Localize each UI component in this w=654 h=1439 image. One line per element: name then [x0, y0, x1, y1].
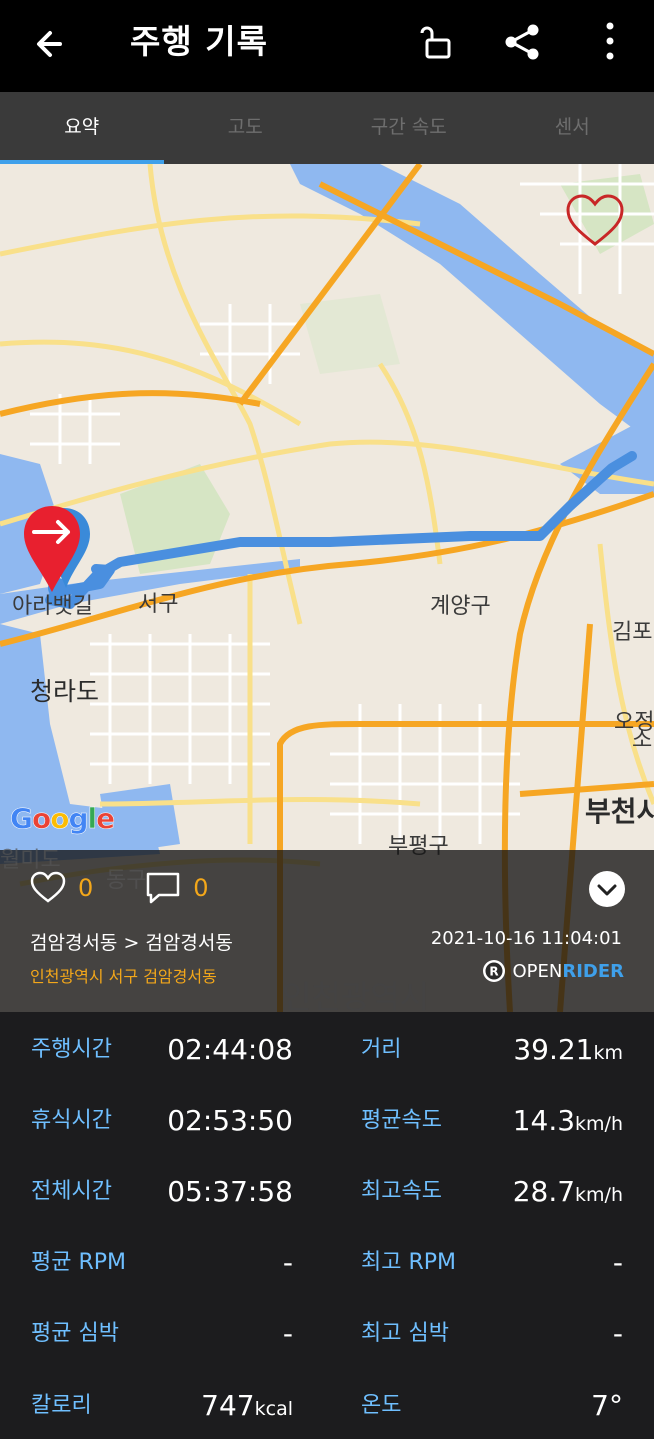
distance-label: 거리 — [361, 1037, 402, 1062]
map-label: 인천광역시 — [282, 978, 430, 1012]
route-text: 검암경서동 > 검암경서동 — [30, 932, 233, 954]
max-speed-label: 최고속도 — [361, 1179, 442, 1204]
rest-time-label: 휴식시간 — [31, 1108, 112, 1133]
max-rpm-value: - — [612, 1246, 623, 1279]
max-speed-unit: km/h — [575, 1184, 623, 1206]
distance-unit: km — [593, 1042, 623, 1064]
openrider-r-icon: R — [483, 960, 506, 982]
temp-label: 온도 — [361, 1393, 402, 1418]
start-pin-icon — [20, 502, 92, 598]
ride-time-value: 02:44:08 — [167, 1033, 293, 1066]
more-vert-icon[interactable] — [588, 20, 632, 64]
tab-sensor[interactable]: 센서 — [491, 92, 654, 164]
page-title: 주행 기록 — [130, 22, 268, 61]
tab-elevation[interactable]: 고도 — [164, 92, 328, 164]
max-rpm-label: 최고 RPM — [361, 1250, 457, 1275]
total-time-label: 전체시간 — [31, 1179, 112, 1204]
map-label: 소 — [632, 728, 653, 753]
stats-row: 칼로리 747kcal 온도 7° — [0, 1370, 654, 1439]
map-label: 김포 — [612, 620, 653, 645]
max-hr-value: - — [612, 1317, 623, 1350]
like-count: 0 — [78, 874, 94, 902]
avg-hr-label: 평균 심박 — [31, 1321, 119, 1346]
map-label: 청라도 — [30, 677, 100, 706]
back-arrow-icon[interactable] — [30, 22, 74, 66]
calorie-value: 747kcal — [201, 1370, 293, 1439]
tab-summary[interactable]: 요약 — [0, 92, 164, 164]
total-time-value: 05:37:58 — [167, 1175, 293, 1208]
stats-row: 주행시간 02:44:08 거리 39.21km — [0, 1014, 654, 1086]
avg-speed-number: 14.3 — [512, 1104, 576, 1137]
calorie-number: 747 — [201, 1389, 255, 1422]
stats-row: 휴식시간 02:53:50 평균속도 14.3km/h — [0, 1085, 654, 1157]
tab-section-speed[interactable]: 구간 속도 — [327, 92, 491, 164]
calorie-unit: kcal — [254, 1398, 293, 1420]
max-speed-number: 28.7 — [512, 1175, 576, 1208]
brand-open: OPEN — [512, 960, 563, 982]
avg-hr-value: - — [282, 1317, 293, 1350]
route-map[interactable]: 아라뱃길 서구 계양구 김포 청라도 오정 부천시 부평구 소 Google 월… — [0, 164, 654, 1012]
map-label: 계양구 — [430, 594, 491, 619]
ride-stats: 주행시간 02:44:08 거리 39.21km 휴식시간 02:53:50 평… — [0, 1012, 654, 1439]
avg-speed-label: 평균속도 — [361, 1108, 442, 1133]
stats-row: 평균 심박 - 최고 심박 - — [0, 1298, 654, 1370]
avg-rpm-label: 평균 RPM — [31, 1250, 127, 1275]
max-hr-label: 최고 심박 — [361, 1321, 449, 1346]
google-logo: Google — [10, 802, 116, 836]
avg-speed-value: 14.3km/h — [513, 1085, 623, 1160]
svg-text:R: R — [490, 965, 499, 979]
avg-speed-unit: km/h — [575, 1113, 623, 1135]
map-label: 서구 — [138, 592, 179, 617]
rest-time-value: 02:53:50 — [167, 1104, 293, 1137]
chevron-down-icon[interactable] — [589, 871, 625, 907]
social-row: 0 0 — [30, 868, 261, 908]
stats-row: 전체시간 05:37:58 최고속도 28.7km/h — [0, 1156, 654, 1228]
ride-record-screen: 주행 기록 요약 고도 구간 속도 센서 아라뱃길 서구 계양구 김포 청라도 … — [0, 0, 654, 1439]
share-icon[interactable] — [500, 20, 544, 64]
ride-info-overlay: 월미도 동구 인천광역시 0 0 검암경서동 > 검암경서동 인천광역시 서구 … — [0, 848, 654, 1012]
map-label: 부천시 — [585, 795, 654, 828]
heart-outline-icon[interactable] — [564, 192, 626, 250]
distance-number: 39.21 — [513, 1033, 594, 1066]
openrider-logo: R OPEN RIDER — [482, 959, 624, 983]
temp-value: 7° — [591, 1389, 623, 1422]
address-text: 인천광역시 서구 검암경서동 — [30, 967, 217, 986]
avg-rpm-value: - — [282, 1246, 293, 1279]
stats-row: 평균 RPM - 최고 RPM - — [0, 1227, 654, 1299]
app-bar: 주행 기록 — [0, 0, 654, 92]
like-icon[interactable] — [30, 871, 66, 905]
unlock-icon[interactable] — [414, 20, 458, 64]
max-speed-value: 28.7km/h — [513, 1156, 623, 1231]
ride-datetime: 2021-10-16 11:04:01 — [430, 928, 622, 949]
comment-count: 0 — [193, 874, 209, 902]
calorie-label: 칼로리 — [31, 1393, 92, 1418]
tab-bar: 요약 고도 구간 속도 센서 — [0, 92, 654, 164]
brand-rider: RIDER — [562, 960, 624, 982]
comment-icon[interactable] — [145, 871, 181, 905]
ride-time-label: 주행시간 — [31, 1037, 112, 1062]
distance-value: 39.21km — [513, 1014, 623, 1089]
